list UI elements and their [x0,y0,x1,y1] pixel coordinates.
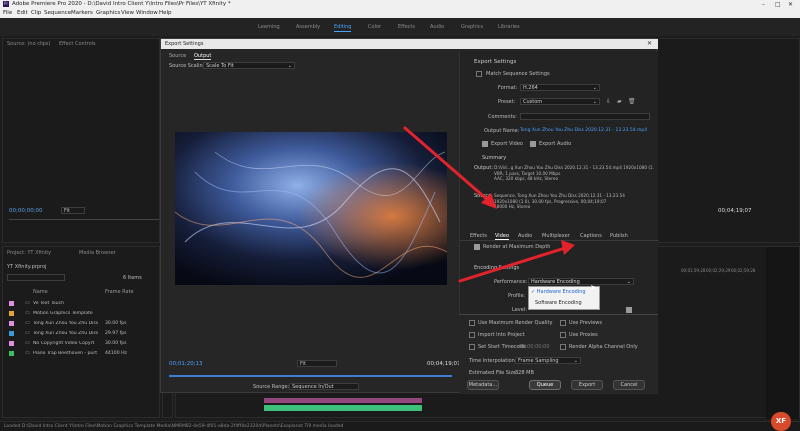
status-bar: Loaded D:\David Intro Client Y\Intro Fil… [0,421,800,431]
channel-logo: XF [771,412,791,431]
annotation-arrows [403,126,575,283]
arrow-to-performance [458,246,567,283]
arrow-to-video-tab [403,126,491,203]
arrow-to-performance-head [561,240,575,255]
status-text: Loaded D:\David Intro Client Y\Intro Fil… [4,424,344,429]
